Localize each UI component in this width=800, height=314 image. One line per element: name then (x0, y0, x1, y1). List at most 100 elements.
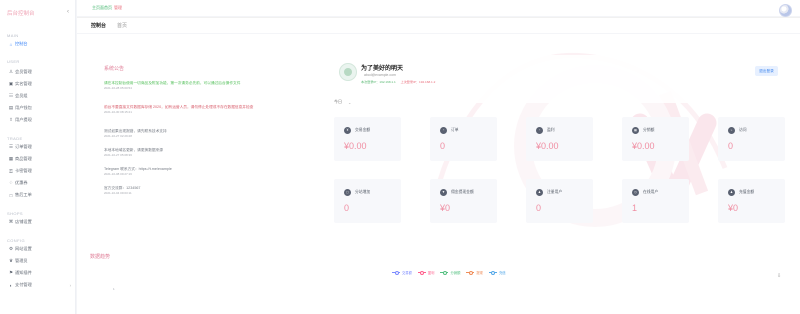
sidebar-item-coupon[interactable]: ♢ 优惠券 (7, 179, 73, 187)
sidebar-item-member-group[interactable]: ☷ 会员组 (7, 92, 73, 100)
time-filter[interactable]: 今日 ⌄ (334, 98, 351, 106)
stat-card-recharge: ♟ 充值金额 ¥0 (718, 179, 785, 223)
branch-icon: ▢ (344, 189, 351, 196)
notice-date: 2021-10-04 09:03:11 (104, 191, 132, 196)
collapse-icon[interactable]: ‹ (67, 9, 69, 15)
sidebar-item-label: 店铺设置 (15, 219, 32, 224)
notice-item: 前台不要直接文件数据库存储 2020，如有运营人员，请勿停止处理或不存在数据信息… (104, 105, 324, 114)
sidebar-item-shop-settings[interactable]: ⌘ 店铺设置 (7, 218, 73, 226)
key-icon: ⚿ (9, 168, 13, 174)
sidebar-item-ticket[interactable]: □ 售后工单 (7, 191, 73, 199)
sidebar-group-user: USER (7, 59, 20, 64)
sidebar-item-keys[interactable]: ⚿ 卡密管理 (7, 167, 73, 175)
sidebar-item-orders[interactable]: ☰ 订单管理 (7, 143, 73, 151)
tab-home[interactable]: 首页 (117, 22, 127, 29)
sidebar-item-withdraw[interactable]: ⇧ 用户提现 (7, 116, 73, 124)
sidebar-item-label: 商品管理 (15, 156, 32, 161)
group-icon: ☷ (8, 93, 14, 98)
order-icon: ◔ (440, 127, 447, 134)
sidebar-item-label: 会员管理 (15, 69, 32, 74)
notice-item: 本地本地域名更新，请更换数据来源 2021-10-27 05:08:36 (104, 148, 324, 157)
home-icon: ⌂ (9, 41, 13, 47)
sidebar-item-label: 支付管理 (15, 282, 32, 287)
idcard-icon: ▣ (8, 81, 14, 86)
notice-date: 2021-10-30 08:15:21 (104, 110, 132, 115)
brand-title: 后台控制台 (7, 11, 35, 17)
chevron-down-icon: ⌄ (348, 99, 352, 105)
payment-icon: ◐ (9, 282, 13, 288)
sidebar-item-dashboard[interactable]: ⌂ 控制台 (7, 40, 73, 48)
topbar: 主页面首页 管理 (77, 0, 800, 17)
sidebar-item-label: 卡密管理 (15, 168, 32, 173)
notice-item: 请在本控制台使用一切商品及附加功能，第一次请务必先前，可以通过后台操作文件 20… (104, 81, 324, 90)
sidebar-item-goods[interactable]: ▦ 商品管理 (7, 155, 73, 163)
legend-item[interactable]: 提现 (466, 270, 483, 275)
stat-card-register: ♟ 注册用户 0 (526, 179, 593, 223)
legend-item[interactable]: 交易额 (392, 270, 412, 275)
stat-card-profit: ◔ 盈利 ¥0.00 (526, 117, 593, 161)
sidebar-item-members[interactable]: ♙ 会员管理 (7, 68, 73, 76)
profile-last-ip: 上次登录IP：192.168.1.2 (400, 80, 436, 84)
settings-icon: ⚙ (8, 246, 14, 251)
tab-dashboard[interactable]: 控制台 (91, 22, 106, 29)
coupon-icon: ♢ (8, 180, 14, 185)
profile-avatar (339, 63, 357, 81)
legend-item[interactable]: 分销额 (440, 270, 460, 275)
sidebar-item-label: 控制台 (15, 41, 28, 46)
sidebar-item-label: 售后工单 (15, 192, 32, 197)
sidebar-item-label: 订单管理 (15, 144, 32, 149)
notice-text: 官方交流群：1234567 (104, 186, 141, 190)
avatar-face-icon (344, 68, 352, 76)
time-filter-label: 今日 (334, 99, 342, 104)
stat-card-visits: ⌁ 访问 0 (718, 117, 785, 161)
sidebar-item-label: 用户钱包 (15, 105, 32, 110)
chevron-icon: › (69, 282, 71, 288)
legend-item[interactable]: 充值 (488, 270, 506, 275)
admin-link[interactable]: 管理 (114, 5, 122, 11)
ticket-icon: □ (9, 192, 13, 198)
sidebar-group-config: CONFIG (7, 238, 25, 243)
goods-icon: ▦ (8, 156, 14, 161)
profile-meta: 本次登录IP：192.168.1.1 上次登录IP：192.168.1.2 (361, 79, 435, 84)
notice-text: Telegram 联系方式：https://t.me/example (104, 167, 172, 171)
sidebar: 后台控制台 ‹ MAIN ⌂ 控制台 USER ♙ 会员管理 ▣ 实名管理 ☷ 会员组 … (0, 0, 76, 314)
legend-marker (466, 271, 475, 275)
visit-icon: ⌁ (728, 127, 735, 134)
sidebar-item-admin[interactable]: ♛ 管理员 (7, 257, 73, 265)
distribution-icon: ▦ (632, 127, 639, 134)
legend-item[interactable]: 盈利 (417, 270, 434, 275)
stat-card-trade-amount: ¥ 交易金额 ¥0.00 (334, 117, 401, 161)
notice-date: 2021-10-08 09:27:16 (104, 172, 132, 177)
sidebar-item-payment[interactable]: ◐ 支付管理 › (7, 281, 73, 289)
online-icon: ◷ (632, 189, 639, 196)
legend-marker (440, 271, 449, 275)
sidebar-item-plugin[interactable]: ⚑ 通知插件 (7, 269, 73, 277)
admin-icon: ♛ (8, 258, 14, 263)
user-avatar[interactable] (779, 4, 792, 17)
profile-name: 为了美好的明天 (361, 66, 404, 72)
stat-card-commission: ▼ 佣金提现金额 ¥0 (430, 179, 497, 223)
sidebar-item-wallet[interactable]: ▤ 用户钱包 (7, 104, 73, 112)
download-icon[interactable]: ⇩ (777, 273, 781, 279)
stat-card-branch: ▢ 分站增加 0 (334, 179, 401, 223)
commission-icon: ▼ (440, 189, 447, 196)
trend-title: 数据趋势 (90, 254, 111, 260)
notice-text: 本地本地域名更新，请更换数据来源 (104, 148, 163, 152)
site-home-link[interactable]: 主页面首页 (92, 5, 112, 11)
notice-date: 2021-10-27 05:08:36 (104, 153, 132, 158)
recharge-icon: ♟ (728, 189, 735, 196)
stat-card-distribution: ▦ 分销额 ¥0.00 (622, 117, 689, 161)
user-icon: ♙ (8, 69, 14, 74)
logout-button[interactable]: 退出登录 (755, 66, 778, 76)
plugin-icon: ⚑ (8, 270, 14, 275)
sidebar-item-label: 通知插件 (15, 270, 32, 275)
notice-date: 2021-10-28 05:00:54 (104, 86, 132, 91)
notice-text: 前台不要直接文件数据库存储 2020，如有运营人员，请勿停止处理或不存在数据信息… (104, 105, 254, 109)
trend-legend: 交易额 盈利 分销额 提现 充值 (392, 270, 506, 275)
stat-card-online: ◷ 在线用户 1 (622, 179, 689, 223)
notice-text: 请在本控制台使用一切商品及附加功能，第一次请务必先前，可以通过后台操作文件 (104, 81, 241, 85)
legend-marker (417, 271, 426, 275)
sidebar-item-site-settings[interactable]: ⚙ 网站设置 (7, 245, 73, 253)
notice-panel: 系统公告 请在本控制台使用一切商品及附加功能，第一次请务必先前，可以通过后台操作… (97, 55, 321, 241)
sidebar-item-realname[interactable]: ▣ 实名管理 (7, 80, 73, 88)
